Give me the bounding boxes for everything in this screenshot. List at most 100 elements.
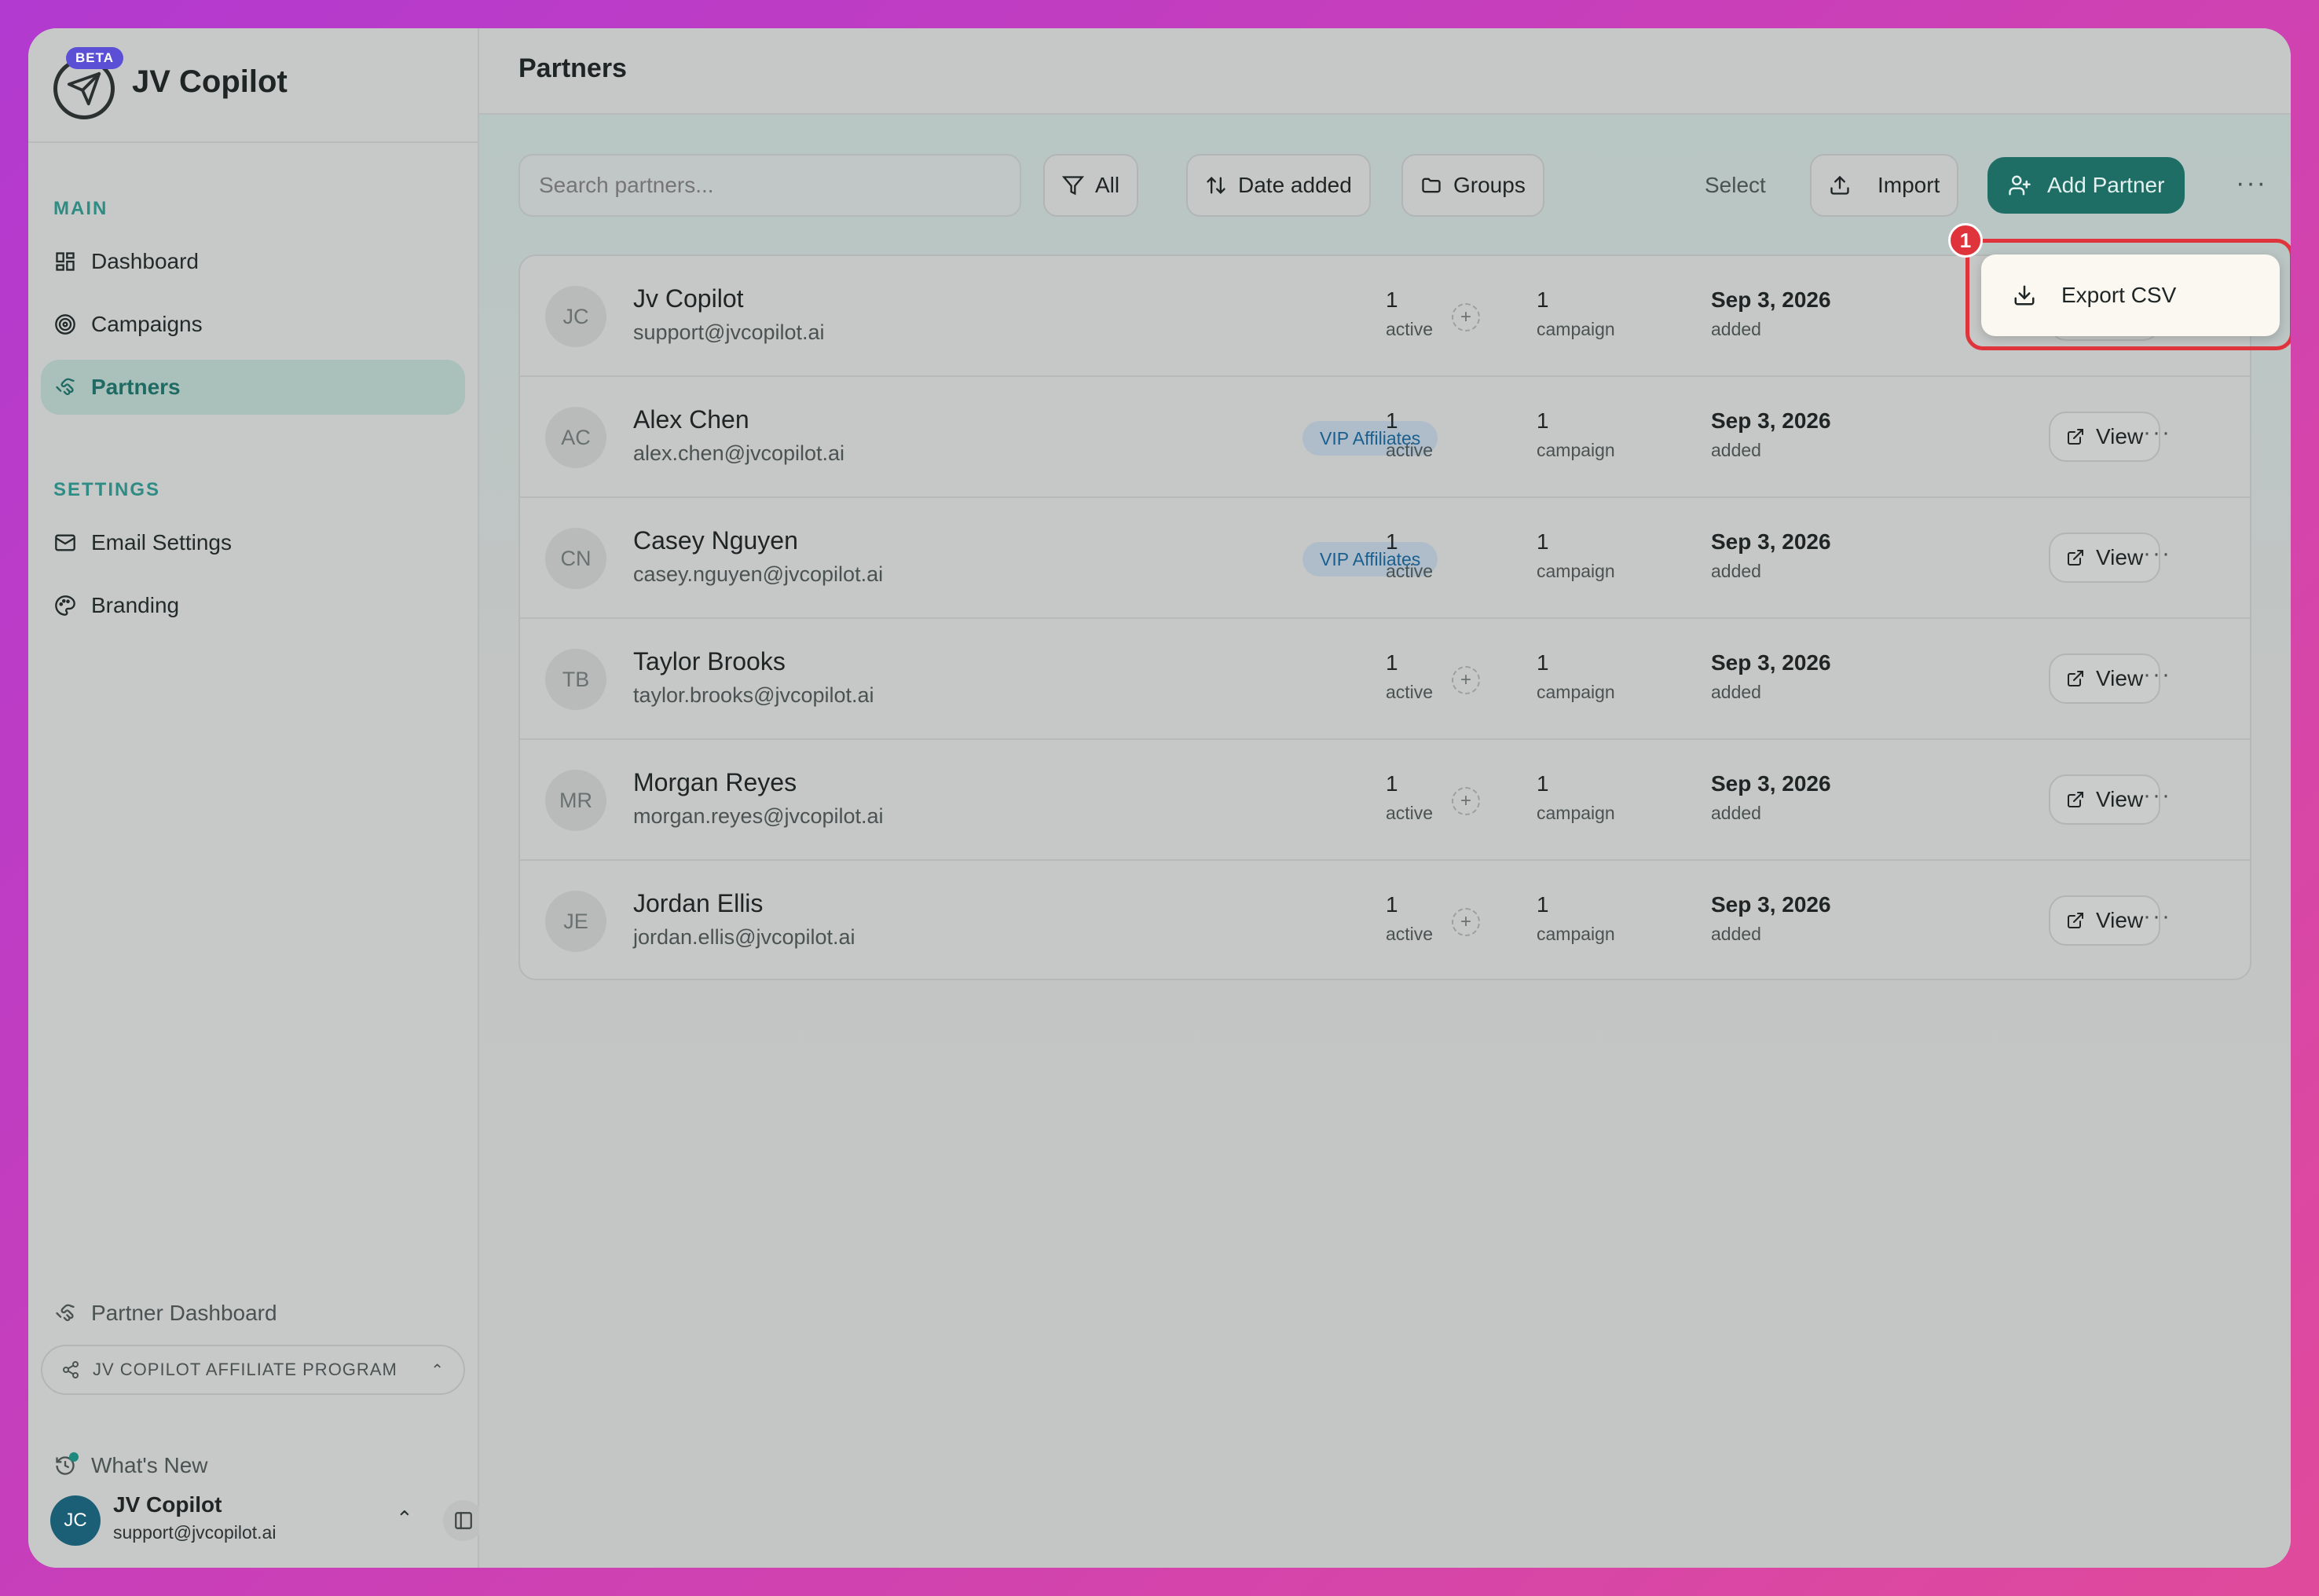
row-more-icon[interactable]: ···: [2143, 661, 2171, 688]
add-partner-label: Add Partner: [2047, 173, 2165, 197]
palette-icon: [53, 594, 77, 617]
sidebar-item-whats-new[interactable]: What's New: [41, 1442, 465, 1489]
external-link-icon: [2066, 790, 2085, 809]
campaign-count: 1: [1537, 408, 1549, 433]
table-row[interactable]: JE Jordan Ellis jordan.ellis@jvcopilot.a…: [520, 861, 2250, 979]
partner-name: Taylor Brooks: [633, 647, 786, 675]
import-label: Import: [1878, 173, 1940, 197]
highlight-outline: [1965, 239, 2291, 350]
active-count: 1: [1386, 408, 1398, 433]
panel-left-icon: [455, 1512, 472, 1529]
page-title: Partners: [518, 53, 627, 83]
avatar: CN: [545, 528, 606, 589]
mail-icon: [53, 531, 77, 555]
share-icon: [61, 1360, 80, 1379]
sidebar-item-dashboard[interactable]: Dashboard: [41, 234, 465, 289]
external-link-icon: [2066, 669, 2085, 688]
section-label-main: MAIN: [53, 198, 108, 219]
partner-email: support@jvcopilot.ai: [633, 320, 825, 344]
avatar: TB: [545, 649, 606, 710]
active-count: 1: [1386, 892, 1398, 917]
add-group-icon[interactable]: +: [1452, 666, 1480, 694]
active-label: active: [1386, 440, 1434, 460]
search-input[interactable]: [518, 154, 1021, 217]
select-button[interactable]: Select: [1705, 154, 1766, 217]
date-added: Sep 3, 2026: [1711, 892, 1831, 917]
row-more-icon[interactable]: ···: [2143, 419, 2171, 446]
row-more-icon[interactable]: ···: [2143, 782, 2171, 809]
upload-icon: [1829, 174, 1851, 196]
more-options-icon[interactable]: ···: [2236, 168, 2267, 199]
campaign-count: 1: [1537, 287, 1549, 312]
user-name: JV Copilot: [113, 1492, 222, 1517]
program-name: JV COPILOT AFFILIATE PROGRAM: [93, 1360, 397, 1379]
folder-icon: [1420, 174, 1442, 196]
external-link-icon: [2066, 911, 2085, 930]
sidebar-item-partner-dashboard[interactable]: Partner Dashboard: [41, 1290, 465, 1337]
partner-name: Casey Nguyen: [633, 526, 798, 555]
view-label: View: [2096, 787, 2144, 811]
campaign-label: campaign: [1537, 319, 1615, 339]
avatar: JE: [545, 891, 606, 952]
date-added: Sep 3, 2026: [1711, 529, 1831, 554]
active-count: 1: [1386, 650, 1398, 675]
step-badge: 1: [1948, 223, 1983, 258]
active-label: active: [1386, 924, 1434, 944]
avatar: JC: [545, 286, 606, 347]
sidebar-item-label: Branding: [91, 593, 180, 617]
target-icon: [53, 313, 77, 336]
user-menu[interactable]: JC JV Copilot support@jvcopilot.ai ⌃: [50, 1489, 484, 1552]
groups-button[interactable]: Groups: [1401, 154, 1544, 217]
add-group-icon[interactable]: +: [1452, 303, 1480, 331]
campaign-label: campaign: [1537, 561, 1615, 581]
filter-button[interactable]: All: [1043, 154, 1139, 217]
date-label: added: [1711, 682, 1761, 702]
sidebar-item-email-settings[interactable]: Email Settings: [41, 515, 465, 570]
sidebar-item-campaigns[interactable]: Campaigns: [41, 297, 465, 352]
view-label: View: [2096, 908, 2144, 932]
row-more-icon[interactable]: ···: [2143, 903, 2171, 930]
partner-email: morgan.reyes@jvcopilot.ai: [633, 804, 884, 828]
sort-label: Date added: [1238, 173, 1352, 197]
handshake-icon: [53, 375, 77, 399]
add-group-icon[interactable]: +: [1452, 908, 1480, 936]
page-header: Partners: [479, 28, 2291, 115]
sidebar-item-partners[interactable]: Partners: [41, 360, 465, 415]
partner-email: alex.chen@jvcopilot.ai: [633, 441, 845, 465]
sidebar-item-branding[interactable]: Branding: [41, 578, 465, 633]
avatar: MR: [545, 770, 606, 831]
table-row[interactable]: MR Morgan Reyes morgan.reyes@jvcopilot.a…: [520, 740, 2250, 861]
add-partner-button[interactable]: Add Partner: [1987, 157, 2185, 214]
campaign-label: campaign: [1537, 682, 1615, 702]
table-row[interactable]: TB Taylor Brooks taylor.brooks@jvcopilot…: [520, 619, 2250, 740]
partner-email: casey.nguyen@jvcopilot.ai: [633, 562, 884, 586]
external-link-icon: [2066, 548, 2085, 567]
partner-name: Jv Copilot: [633, 284, 744, 313]
sidebar-item-label: Dashboard: [91, 249, 199, 273]
active-count: 1: [1386, 287, 1398, 312]
table-row[interactable]: AC Alex Chen alex.chen@jvcopilot.ai VIP …: [520, 377, 2250, 498]
external-link-icon: [2066, 427, 2085, 446]
import-button[interactable]: Import: [1810, 154, 1959, 217]
date-label: added: [1711, 440, 1761, 460]
row-more-icon[interactable]: ···: [2143, 540, 2171, 567]
filter-icon: [1062, 174, 1084, 196]
sort-button[interactable]: Date added: [1186, 154, 1371, 217]
partners-table: JC Jv Copilot support@jvcopilot.ai + 1 a…: [518, 254, 2251, 980]
campaign-label: campaign: [1537, 924, 1615, 944]
table-row[interactable]: CN Casey Nguyen casey.nguyen@jvcopilot.a…: [520, 498, 2250, 619]
active-count: 1: [1386, 771, 1398, 796]
add-group-icon[interactable]: +: [1452, 787, 1480, 815]
whats-new-label: What's New: [91, 1453, 208, 1477]
program-switcher[interactable]: JV COPILOT AFFILIATE PROGRAM ⌃: [41, 1345, 465, 1395]
chevron-up-icon[interactable]: ⌃: [396, 1506, 413, 1531]
user-plus-icon: [2008, 174, 2031, 197]
history-icon: [53, 1452, 79, 1477]
campaign-count: 1: [1537, 771, 1549, 796]
view-label: View: [2096, 666, 2144, 690]
date-added: Sep 3, 2026: [1711, 650, 1831, 675]
app-window: BETA JV Copilot MAIN Dashboard Campaigns…: [28, 28, 2291, 1568]
sidebar-toggle-button[interactable]: [443, 1500, 484, 1541]
partner-name: Morgan Reyes: [633, 768, 797, 796]
view-label: View: [2096, 424, 2144, 448]
